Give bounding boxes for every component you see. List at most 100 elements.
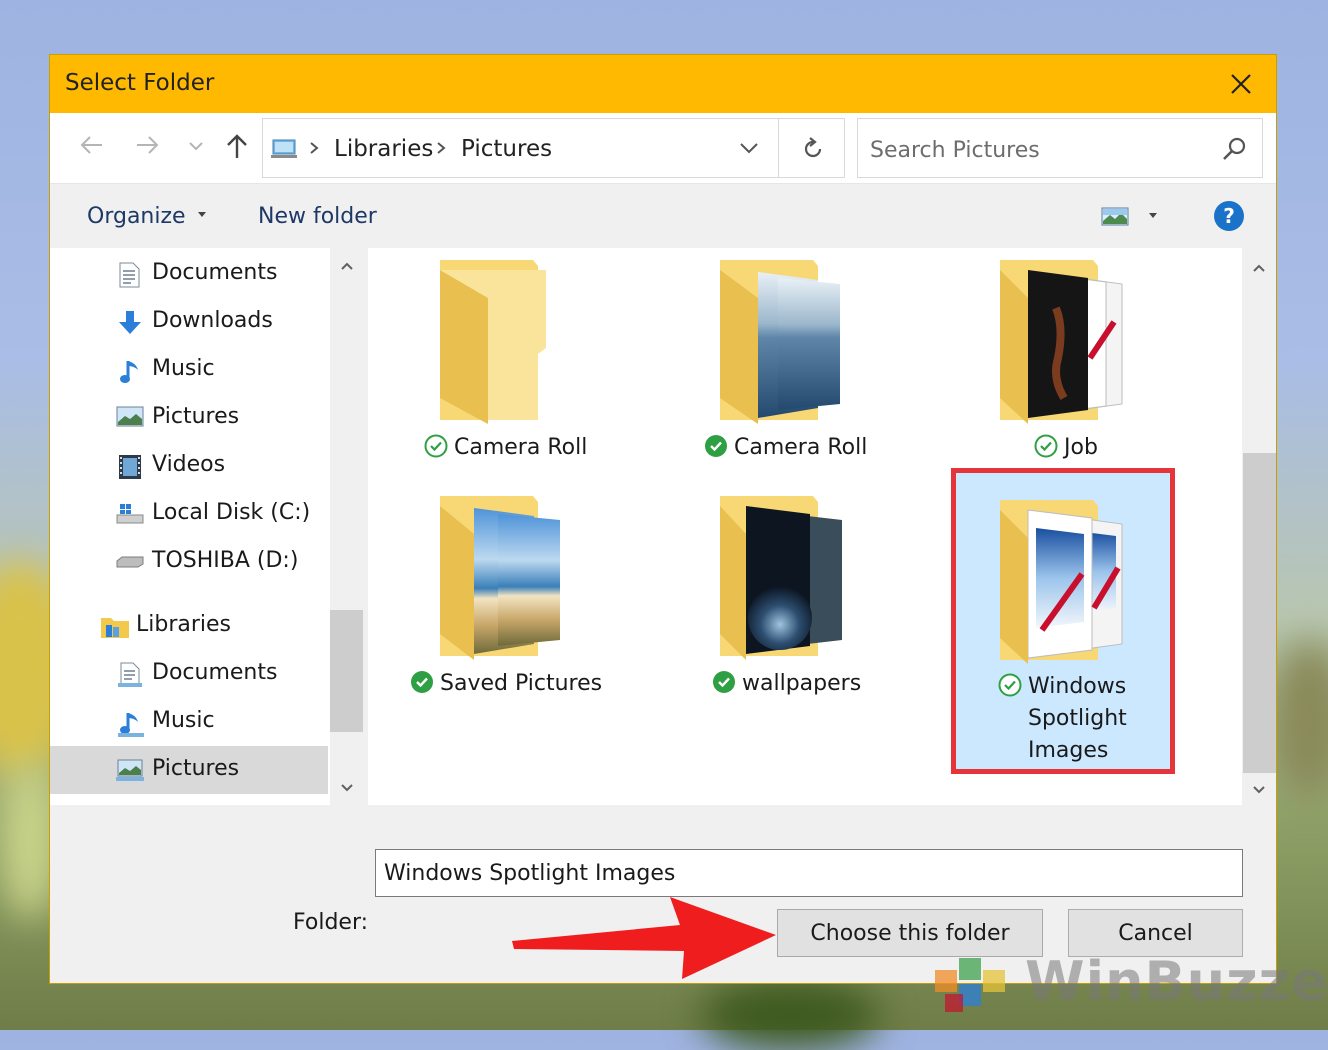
- nav-item-toshiba[interactable]: TOSHIBA (D:): [50, 538, 328, 586]
- recent-locations-chevron-icon[interactable]: [188, 140, 204, 152]
- folder-icon: [720, 496, 842, 660]
- up-arrow-icon[interactable]: [225, 132, 249, 160]
- folder-name-line: Images: [1028, 738, 1109, 763]
- folder-name-input[interactable]: [375, 849, 1243, 897]
- search-input[interactable]: [868, 133, 1212, 167]
- caret-down-icon: [197, 212, 206, 217]
- refresh-icon: [804, 137, 822, 158]
- nav-item-lib-pictures[interactable]: Pictures: [50, 746, 328, 794]
- nav-item-label: Music: [152, 356, 215, 381]
- folder-tile-camera-roll-2[interactable]: Camera Roll: [688, 258, 908, 478]
- address-dropdown-chevron-icon[interactable]: [739, 141, 759, 155]
- command-toolbar: Organize New folder: [50, 183, 1276, 248]
- folder-icon: [440, 260, 546, 424]
- sync-status-outline-icon: [1034, 434, 1058, 458]
- winbuzzer-watermark: WinBuzzer: [925, 950, 1328, 1020]
- scroll-down-icon[interactable]: [1253, 786, 1265, 794]
- scroll-up-icon[interactable]: [1253, 264, 1265, 272]
- folder-label: Job: [1034, 432, 1098, 464]
- sync-status-outline-icon: [424, 434, 448, 458]
- nav-item-videos[interactable]: Videos: [50, 442, 328, 490]
- libraries-icon: [101, 618, 129, 638]
- folder-label: Windows Spotlight Images: [998, 671, 1168, 767]
- nav-item-label: TOSHIBA (D:): [152, 548, 299, 573]
- nav-item-label: Pictures: [152, 404, 240, 429]
- sync-status-outline-icon: [998, 673, 1022, 697]
- folder-name-line: Spotlight: [1028, 706, 1127, 731]
- pc-location-icon: [271, 139, 297, 158]
- folder-name-line: Windows: [1028, 674, 1127, 699]
- search-icon[interactable]: [1222, 136, 1248, 162]
- navigation-pane: Documents Downloads Music Pictures Video…: [50, 248, 330, 805]
- folder-label: Saved Pictures: [410, 668, 602, 700]
- watermark-text: WinBuzzer: [1025, 950, 1328, 1013]
- search-box[interactable]: [857, 118, 1263, 178]
- video-icon: [119, 455, 141, 479]
- close-icon: [1231, 74, 1251, 94]
- breadcrumb-libraries[interactable]: Libraries: [334, 136, 433, 162]
- nav-item-libraries[interactable]: Libraries: [50, 602, 328, 650]
- folder-tile-camera-roll[interactable]: Camera Roll: [408, 258, 628, 478]
- select-folder-dialog: Select Folder Libraries Pictures Search …: [49, 54, 1277, 984]
- nav-item-label: Downloads: [152, 308, 273, 333]
- folder-label: Camera Roll: [704, 432, 867, 464]
- chevron-right-icon: [310, 142, 319, 154]
- caret-down-icon: [1149, 213, 1158, 218]
- nav-pane-scroll-thumb[interactable]: [330, 610, 363, 732]
- nav-item-downloads[interactable]: Downloads: [50, 298, 328, 346]
- folder-name: wallpapers: [742, 671, 862, 696]
- file-list: Camera Roll Camera Roll Job Saved Pictur…: [368, 248, 1242, 805]
- window-title: Select Folder: [65, 70, 215, 96]
- document-icon: [119, 262, 140, 288]
- back-arrow-icon[interactable]: [78, 133, 104, 157]
- forward-arrow-icon[interactable]: [135, 133, 161, 157]
- nav-item-documents[interactable]: Documents: [50, 250, 328, 298]
- music-icon: [120, 361, 138, 383]
- scroll-down-icon[interactable]: [341, 784, 353, 792]
- organize-button[interactable]: Organize: [87, 204, 207, 229]
- folder-label: wallpapers: [712, 668, 861, 700]
- title-bar: Select Folder: [50, 55, 1276, 113]
- folder-icon: [1000, 260, 1123, 424]
- picture-icon: [116, 406, 144, 427]
- folder-tile-windows-spotlight-images[interactable]: Windows Spotlight Images: [951, 468, 1175, 774]
- scroll-up-icon[interactable]: [341, 262, 353, 270]
- address-bar[interactable]: Libraries Pictures: [262, 118, 779, 178]
- folder-name: Job: [1064, 435, 1098, 460]
- folder-tile-job[interactable]: Job: [968, 258, 1188, 478]
- folder-icon: [440, 496, 560, 660]
- folder-label: Camera Roll: [424, 432, 587, 464]
- nav-item-music[interactable]: Music: [50, 346, 328, 394]
- folder-tile-saved-pictures[interactable]: Saved Pictures: [408, 494, 628, 714]
- file-list-scroll-thumb[interactable]: [1243, 453, 1276, 773]
- new-folder-button[interactable]: New folder: [258, 204, 377, 229]
- picture-icon: [116, 759, 144, 781]
- nav-item-pictures[interactable]: Pictures: [50, 394, 328, 442]
- help-button[interactable]: ?: [1214, 201, 1244, 231]
- nav-item-lib-music[interactable]: Music: [50, 698, 328, 746]
- nav-item-lib-documents[interactable]: Documents: [50, 650, 328, 698]
- breadcrumb-pictures[interactable]: Pictures: [461, 136, 552, 162]
- folder-label: Folder:: [293, 910, 369, 935]
- sync-status-filled-icon: [411, 671, 433, 693]
- nav-item-label: Libraries: [136, 612, 232, 637]
- file-list-scrollbar[interactable]: [1243, 248, 1276, 805]
- document-icon: [118, 662, 142, 687]
- folder-tile-wallpapers[interactable]: wallpapers: [688, 494, 908, 714]
- close-button[interactable]: [1206, 55, 1276, 113]
- nav-item-label: Videos: [152, 452, 226, 477]
- sync-status-filled-icon: [705, 435, 727, 457]
- music-icon: [118, 713, 144, 737]
- organize-label: Organize: [87, 204, 186, 229]
- folder-icon: [720, 260, 840, 424]
- folder-icon: [1000, 500, 1123, 664]
- refresh-button[interactable]: [779, 118, 845, 178]
- download-icon: [119, 311, 141, 334]
- nav-item-local-disk[interactable]: Local Disk (C:): [50, 490, 328, 538]
- chevron-right-icon: [437, 142, 446, 154]
- change-view-button[interactable]: [1101, 206, 1158, 232]
- windows-drive-icon: [116, 504, 144, 524]
- nav-item-label: Pictures: [152, 756, 240, 781]
- nav-item-label: Local Disk (C:): [152, 500, 311, 525]
- nav-pane-scrollbar[interactable]: [330, 248, 363, 805]
